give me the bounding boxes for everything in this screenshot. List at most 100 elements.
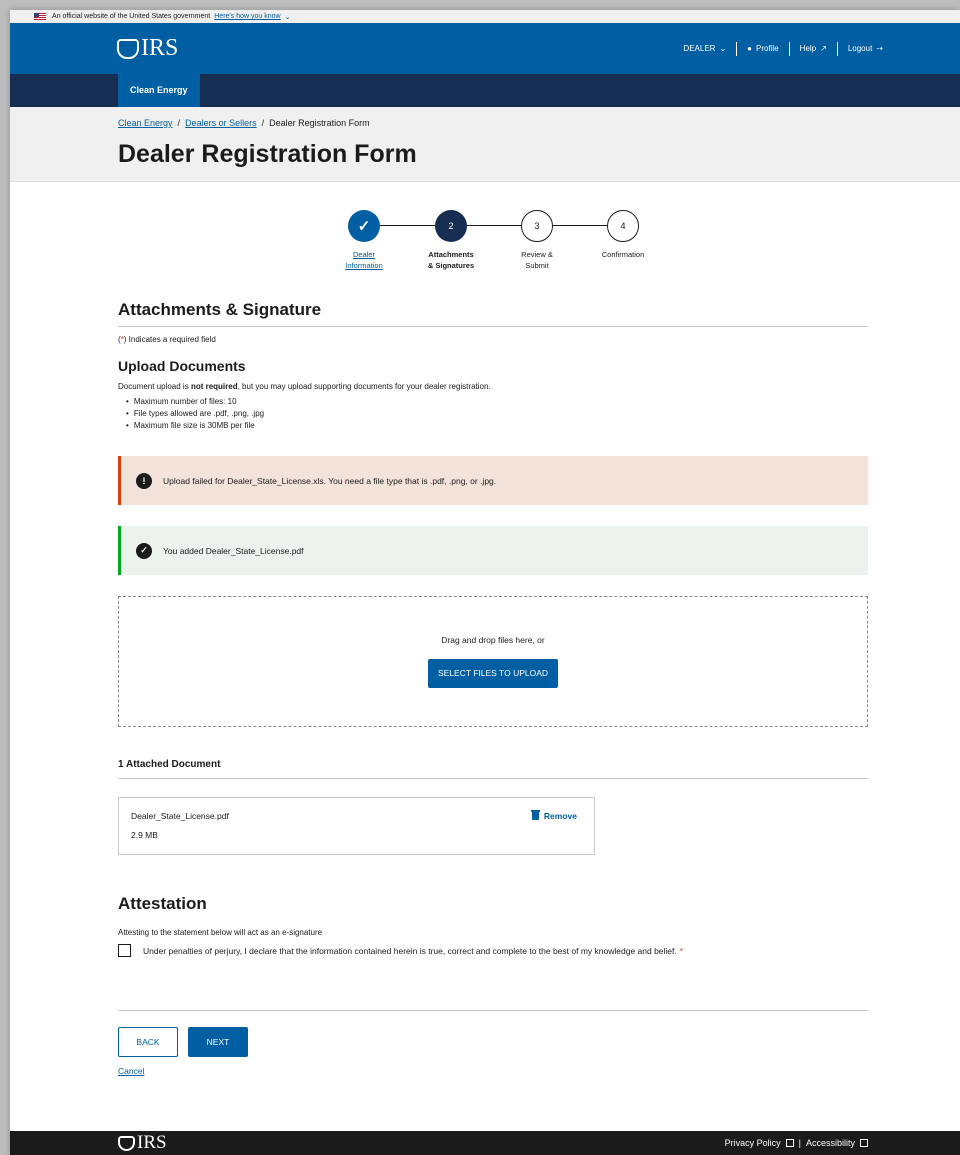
breadcrumb-separator: / <box>261 118 265 128</box>
footer-separator: | <box>798 1138 801 1148</box>
breadcrumb-dealers[interactable]: Dealers or Sellers <box>185 118 257 128</box>
error-alert: ! Upload failed for Dealer_State_License… <box>118 456 868 505</box>
browser-page: An official website of the United States… <box>10 10 960 1155</box>
site-footer: IRS Privacy Policy | Accessibility <box>10 1131 960 1155</box>
divider <box>118 1010 868 1011</box>
breadcrumb: Clean Energy / Dealers or Sellers / Dealer R… <box>118 118 960 128</box>
footer-logo[interactable]: IRS <box>118 1132 167 1154</box>
header-nav: DEALER ⌄ ● Profile Help ↗ Logout ⇢ <box>683 41 883 56</box>
step-dealer-information[interactable]: ✓ Dealer Information <box>329 210 399 271</box>
step-attachments: 2 Attachments & Signatures <box>416 210 486 271</box>
page-title: Dealer Registration Form <box>118 140 417 168</box>
step-label: Attachments & Signatures <box>416 249 486 271</box>
file-dropzone[interactable]: Drag and drop files here, or SELECT FILE… <box>118 596 868 727</box>
step-label-line: Dealer <box>352 250 376 259</box>
attestation-title: Attestation <box>118 894 207 913</box>
step-number: 2 <box>435 210 467 242</box>
attestation-checkbox-row[interactable]: Under penalties of perjury, I declare th… <box>118 944 868 957</box>
attached-file-card: Dealer_State_License.pdf 2.9 MB Remove <box>118 797 595 855</box>
required-note: (*) Indicates a required field <box>118 335 868 344</box>
external-link-icon <box>860 1139 868 1147</box>
help-link[interactable]: Help ↗ <box>800 44 827 53</box>
step-number: 4 <box>607 210 639 242</box>
error-icon: ! <box>136 472 152 489</box>
upload-intro: Document upload is not required, but you… <box>118 382 868 391</box>
next-button[interactable]: NEXT <box>188 1027 248 1057</box>
success-message: You added Dealer_State_License.pdf <box>163 545 304 556</box>
attached-documents-title: 1 Attached Document <box>118 759 868 779</box>
gov-banner-link[interactable]: Here's how you know <box>214 13 280 20</box>
tab-clean-energy[interactable]: Clean Energy <box>118 74 200 107</box>
list-item: File types allowed are .pdf, .png, .jpg <box>126 408 868 420</box>
checkmark-icon: ✓ <box>348 210 380 242</box>
list-item: Maximum number of files: 10 <box>126 396 868 408</box>
accessibility-link[interactable]: Accessibility <box>806 1138 855 1148</box>
logout-link[interactable]: Logout ⇢ <box>848 44 883 53</box>
privacy-policy-link[interactable]: Privacy Policy <box>725 1138 781 1148</box>
profile-label: Profile <box>755 44 779 53</box>
footer-logo-text: IRS <box>137 1132 167 1153</box>
dealer-menu-label: DEALER <box>683 44 716 53</box>
upload-rules: Maximum number of files: 10 File types a… <box>118 396 868 432</box>
main-content: ✓ Dealer Information 2 Attachments & Sig… <box>10 182 960 1077</box>
dropzone-text: Drag and drop files here, or <box>441 635 545 645</box>
eagle-icon <box>118 1135 135 1151</box>
step-indicator: ✓ Dealer Information 2 Attachments & Sig… <box>118 182 868 300</box>
us-flag-icon <box>34 13 46 20</box>
step-label-line: Information <box>345 261 383 270</box>
external-link-icon <box>785 1139 794 1147</box>
upload-intro-text: , but you may upload supporting document… <box>237 382 491 391</box>
breadcrumb-separator: / <box>177 118 181 128</box>
eagle-icon <box>117 38 139 59</box>
required-asterisk: * <box>679 945 684 956</box>
breadcrumb-clean-energy[interactable]: Clean Energy <box>118 118 173 128</box>
attestation-checkbox[interactable] <box>118 944 131 957</box>
attestation-statement: Under penalties of perjury, I declare th… <box>143 945 677 956</box>
chevron-down-icon: ⌄ <box>719 44 727 53</box>
dealer-menu[interactable]: DEALER ⌄ <box>683 44 726 53</box>
logo-text: IRS <box>141 35 179 61</box>
logout-label: Logout <box>847 44 873 53</box>
profile-link[interactable]: ● Profile <box>747 44 779 53</box>
error-message: Upload failed for Dealer_State_License.x… <box>163 475 497 486</box>
list-item: Maximum file size is 30MB per file <box>126 420 868 432</box>
required-note-text: ) Indicates a required field <box>123 335 216 344</box>
step-label-line: Review & <box>521 250 553 259</box>
divider <box>836 41 838 56</box>
chevron-down-icon[interactable]: ⌄ <box>285 13 291 21</box>
file-size: 2.9 MB <box>131 830 158 840</box>
back-button[interactable]: BACK <box>118 1027 178 1057</box>
gov-banner: An official website of the United States… <box>10 10 960 23</box>
step-label-line: Attachments <box>428 250 474 259</box>
page-header: Clean Energy / Dealers or Sellers / Dealer R… <box>10 107 960 182</box>
divider <box>788 41 790 56</box>
step-review-submit: 3 Review & Submit <box>502 210 572 271</box>
step-label-line: Submit <box>525 261 549 270</box>
footer-links: Privacy Policy | Accessibility <box>725 1138 868 1148</box>
step-confirmation: 4 Confirmation <box>588 210 658 260</box>
remove-label: Remove <box>543 811 577 821</box>
success-alert: ✓ You added Dealer_State_License.pdf <box>118 526 868 575</box>
cancel-link[interactable]: Cancel <box>118 1066 144 1076</box>
step-number: 3 <box>521 210 553 242</box>
irs-logo[interactable]: IRS <box>117 35 178 62</box>
site-header: IRS DEALER ⌄ ● Profile Help ↗ Logout ⇢ <box>10 23 960 74</box>
remove-button[interactable]: Remove <box>530 810 577 821</box>
file-name: Dealer_State_License.pdf <box>131 811 229 821</box>
step-label: Confirmation <box>588 249 658 260</box>
section-title: Attachments & Signature <box>118 300 868 327</box>
upload-intro-text: Document upload is <box>118 382 191 391</box>
upload-title: Upload Documents <box>118 358 246 374</box>
form-actions: BACK NEXT <box>118 1027 868 1057</box>
select-files-button[interactable]: SELECT FILES TO UPLOAD <box>427 659 559 688</box>
divider <box>736 41 738 56</box>
trash-icon <box>530 810 540 820</box>
gov-banner-text: An official website of the United States… <box>52 13 211 20</box>
check-circle-icon: ✓ <box>136 542 152 559</box>
person-icon: ● <box>747 44 752 53</box>
upload-intro-bold: not required <box>190 382 238 391</box>
external-link-icon: ↗ <box>820 44 827 53</box>
sub-navigation: Clean Energy <box>10 74 960 107</box>
attestation-description: Attesting to the statement below will ac… <box>118 928 323 937</box>
breadcrumb-current: Dealer Registration Form <box>269 118 370 128</box>
